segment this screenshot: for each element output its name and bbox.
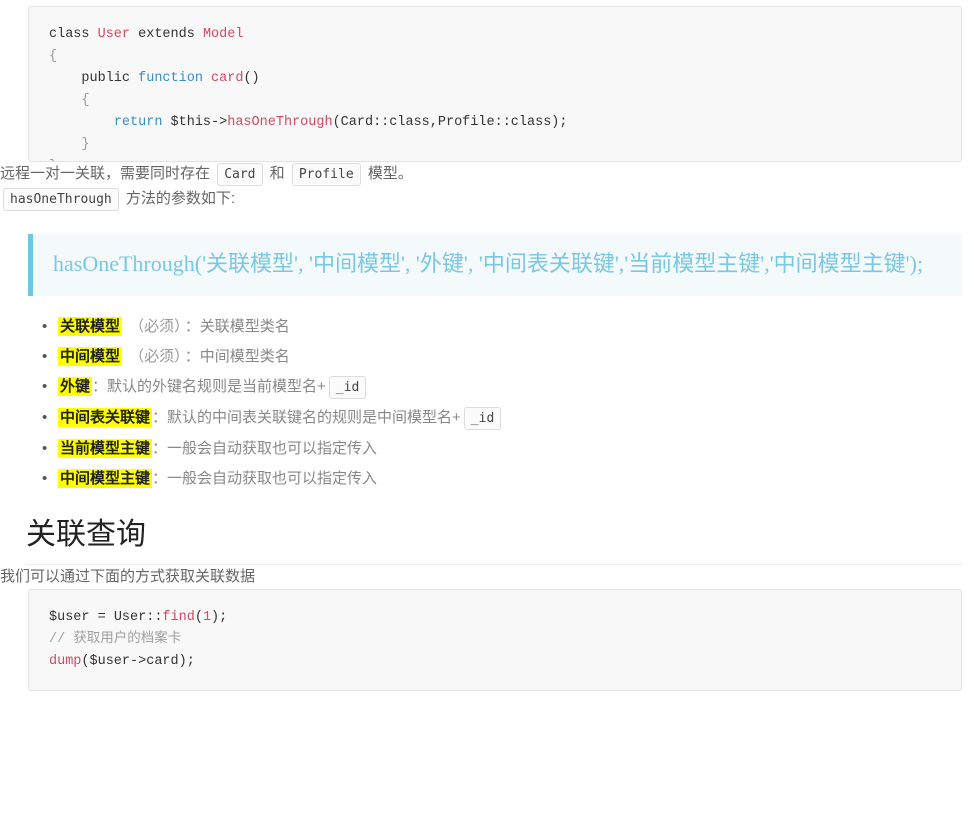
code-token: dump <box>49 654 82 669</box>
code-token: hasOneThrough <box>227 115 333 130</box>
code-token: ($user->card); <box>81 654 195 669</box>
inline-code-card: Card <box>217 163 263 186</box>
param-term-highlight: 关联模型 <box>58 317 123 336</box>
param-term-highlight: 外键 <box>58 377 93 396</box>
code-token: ); <box>211 610 228 625</box>
param-separator: ： <box>184 318 200 335</box>
document-page: class User extends Model { public functi… <box>0 6 974 691</box>
param-required-note: （必须） <box>125 318 182 335</box>
intro-text-before: 远程一对一关联，需要同时存在 <box>0 165 211 182</box>
code-token: User:: <box>113 610 163 625</box>
list-item: 当前模型主键：一般会自动获取也可以指定传入 <box>42 434 974 464</box>
code-token: $user <box>49 610 98 625</box>
code-content-top: class User extends Model { public functi… <box>49 27 568 161</box>
code-token: () <box>243 71 260 86</box>
code-token: } <box>49 137 90 152</box>
code-content-bottom: $user = User::find(1); // 获取用户的档案卡 dump(… <box>49 610 227 669</box>
code-block-query-usage: $user = User::find(1); // 获取用户的档案卡 dump(… <box>28 589 962 691</box>
inline-code-id: _id <box>328 376 367 399</box>
code-token: public <box>49 71 139 86</box>
param-description: 一般会自动获取也可以指定传入 <box>167 470 378 487</box>
param-separator: ： <box>152 440 168 457</box>
intro-text-middle: 和 <box>269 165 285 182</box>
param-term-highlight: 中间表关联键 <box>58 408 153 427</box>
section-heading-related-query: 关联查询 <box>26 516 962 565</box>
code-token: 1 <box>202 610 212 625</box>
code-token: ( <box>194 610 203 625</box>
list-item: 外键：默认的外键名规则是当前模型名+_id <box>42 372 974 403</box>
list-item: 中间模型主键：一般会自动获取也可以指定传入 <box>42 464 974 494</box>
code-token: class <box>49 27 98 42</box>
param-term-highlight: 中间模型 <box>58 347 123 366</box>
list-item: 关联模型 （必须）：关联模型类名 <box>42 312 974 342</box>
param-description: 默认的中间表关联键名的规则是中间模型名+ <box>167 409 461 426</box>
code-token: extends <box>130 27 203 42</box>
code-token: = <box>97 610 114 625</box>
param-separator: ： <box>92 378 108 395</box>
inline-code-id: _id <box>463 407 502 430</box>
code-token: // 获取用户的档案卡 <box>49 632 182 647</box>
param-term-highlight: 中间模型主键 <box>58 469 153 488</box>
paragraph-remote-one-to-one: 远程一对一关联，需要同时存在 Card 和 Profile 模型。 <box>0 162 974 187</box>
param-required-note: （必须） <box>125 348 182 365</box>
code-token: function <box>138 71 212 86</box>
paragraph-method-params: hasOneThrough 方法的参数如下: <box>0 187 974 212</box>
code-token: { <box>49 93 90 108</box>
inline-code-profile: Profile <box>291 163 361 186</box>
parameter-list: 关联模型 （必须）：关联模型类名中间模型 （必须）：中间模型类名外键：默认的外键… <box>0 312 974 494</box>
inline-code-hasonethrough: hasOneThrough <box>3 188 119 211</box>
param-term-highlight: 当前模型主键 <box>58 439 153 458</box>
code-token: (Card::class,Profile::class); <box>332 115 568 130</box>
param-description: 一般会自动获取也可以指定传入 <box>167 440 378 457</box>
param-description: 关联模型类名 <box>199 318 290 335</box>
code-token: card <box>211 71 244 86</box>
param-description: 默认的外键名规则是当前模型名+ <box>107 378 326 395</box>
code-token: return <box>113 115 163 130</box>
code-token: { <box>49 49 58 64</box>
intro-text-after: 模型。 <box>367 165 413 182</box>
params-text-after: 方法的参数如下: <box>125 190 236 207</box>
param-description: 中间模型类名 <box>199 348 290 365</box>
list-item: 中间表关联键：默认的中间表关联键名的规则是中间模型名+_id <box>42 403 974 434</box>
param-separator: ： <box>184 348 200 365</box>
param-separator: ： <box>152 470 168 487</box>
blockquote-signature: hasOneThrough('关联模型', '中间模型', '外键', '中间表… <box>28 234 962 296</box>
code-token: User <box>97 27 131 42</box>
code-token: $this-> <box>162 115 228 130</box>
param-separator: ： <box>152 409 168 426</box>
list-item: 中间模型 （必须）：中间模型类名 <box>42 342 974 372</box>
code-block-model-definition: class User extends Model { public functi… <box>28 6 962 162</box>
code-token: find <box>162 610 195 625</box>
blockquote-text: hasOneThrough('关联模型', '中间模型', '外键', '中间表… <box>53 251 924 276</box>
code-token: Model <box>202 27 244 42</box>
paragraph-related-query: 我们可以通过下面的方式获取关联数据 <box>0 568 256 585</box>
